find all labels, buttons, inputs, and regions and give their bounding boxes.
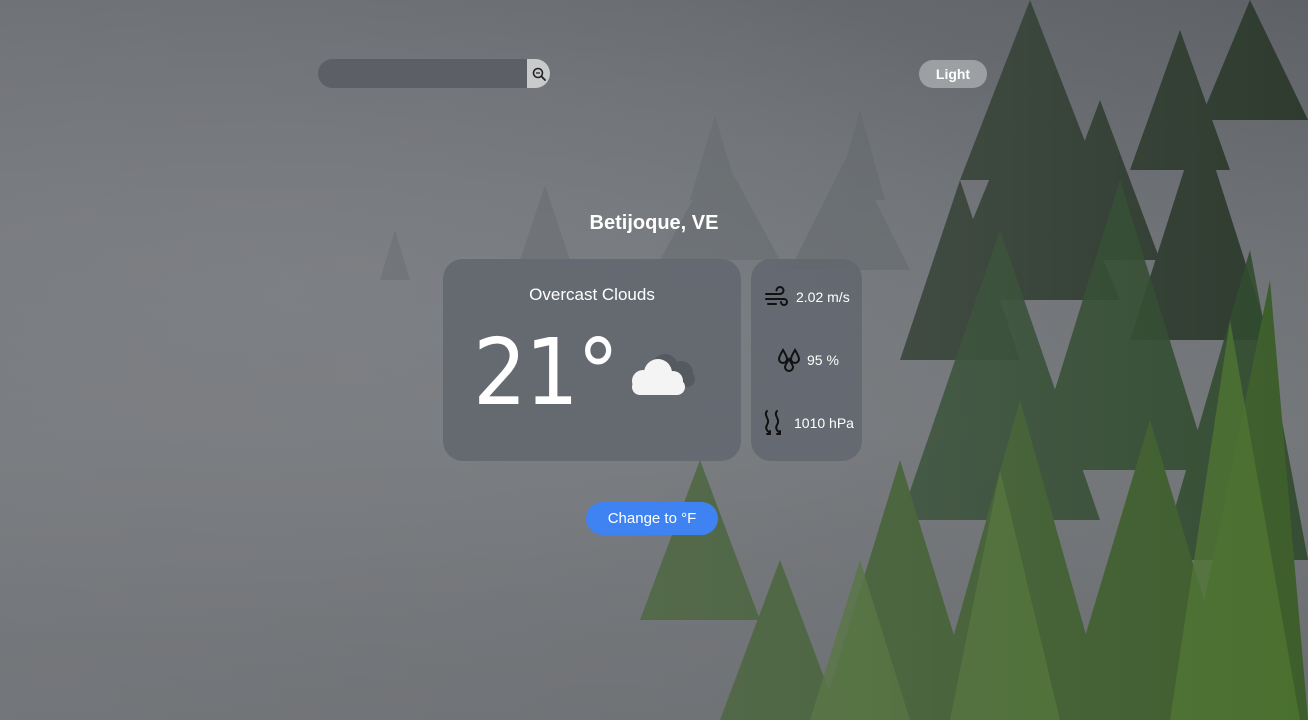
humidity-icon bbox=[777, 348, 801, 372]
stats-card: 2.02 m/s 95 % 1010 hPa bbox=[751, 259, 862, 461]
search-bar bbox=[318, 59, 550, 88]
pressure-icon bbox=[764, 410, 781, 435]
change-unit-button[interactable]: Change to °F bbox=[586, 502, 718, 535]
pressure-stat: 1010 hPa bbox=[762, 409, 854, 437]
humidity-stat: 95 % bbox=[777, 347, 839, 373]
search-input[interactable] bbox=[318, 59, 527, 88]
humidity-value: 95 % bbox=[807, 352, 839, 368]
pressure-value: 1010 hPa bbox=[794, 415, 854, 431]
wind-stat: 2.02 m/s bbox=[764, 285, 850, 309]
city-name: Betijoque, VE bbox=[589, 212, 719, 234]
weather-description: Overcast Clouds bbox=[529, 285, 655, 304]
weather-card: Overcast Clouds 21° bbox=[443, 259, 741, 461]
wind-icon bbox=[765, 286, 788, 306]
search-icon bbox=[532, 67, 546, 81]
cloud-icon bbox=[632, 354, 695, 395]
temperature: 21° bbox=[473, 319, 619, 426]
wind-value: 2.02 m/s bbox=[796, 289, 850, 305]
theme-toggle-button[interactable]: Light bbox=[919, 60, 987, 88]
